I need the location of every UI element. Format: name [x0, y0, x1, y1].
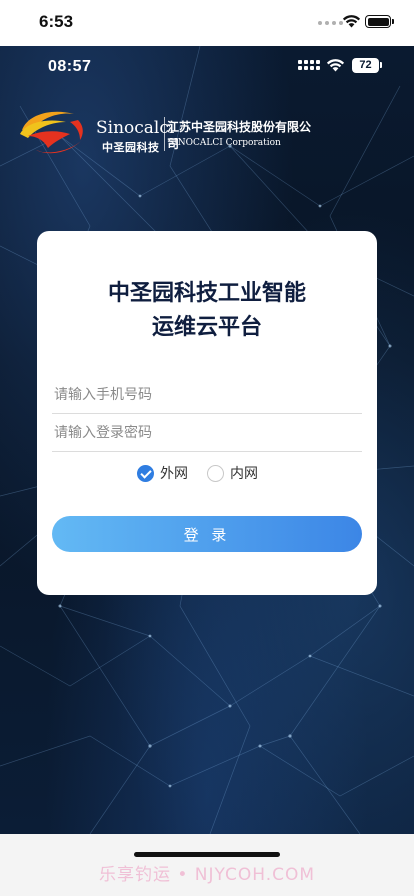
app-status-time: 08:57	[48, 58, 92, 75]
system-status-bar: 6:53	[0, 0, 414, 46]
cellular-signal-icon	[298, 60, 320, 70]
home-indicator[interactable]	[134, 852, 280, 857]
watermark-text: 乐享钓运 • NJYCOH.COM	[98, 865, 316, 885]
wifi-icon	[326, 59, 345, 72]
radio-external-label: 外网	[160, 466, 188, 482]
logo-divider	[164, 117, 165, 151]
system-time: 6:53	[39, 12, 74, 31]
radio-internal-network[interactable]: 内网	[207, 461, 258, 485]
sinocalci-logo-icon	[20, 111, 83, 154]
battery-icon	[365, 15, 394, 28]
radio-external-network[interactable]: 外网	[137, 461, 188, 485]
brand-name-cn: 中圣园科技	[102, 141, 160, 154]
battery-level: 72	[352, 58, 379, 73]
battery-icon	[380, 62, 382, 68]
platform-title-line2: 运维云平台	[151, 315, 262, 340]
company-logo: Sinocalci 中圣园科技 江苏中圣园科技股份有限公司 SINOCALCI …	[18, 108, 318, 160]
bottom-bar: 乐享钓运 • NJYCOH.COM	[0, 834, 414, 896]
login-card: 中圣园科技工业智能 运维云平台 外网 内网 登 录	[37, 231, 377, 595]
platform-title: 中圣园科技工业智能 运维云平台	[37, 277, 377, 345]
wifi-icon	[342, 15, 361, 28]
brand-name-en: Sinocalci	[96, 118, 175, 138]
phone-input[interactable]	[52, 376, 362, 414]
password-input[interactable]	[52, 414, 362, 452]
network-selector: 外网 内网	[37, 461, 377, 485]
cellular-signal-icon	[318, 21, 343, 25]
radio-internal-label: 内网	[230, 466, 258, 482]
company-name-en: SINOCALCI Corporation	[168, 138, 281, 148]
radio-checked-icon	[137, 464, 154, 482]
platform-title-line1: 中圣园科技工业智能	[107, 281, 306, 306]
radio-unchecked-icon	[207, 464, 224, 482]
login-screen: 08:57 72 Sinocalci 中圣园科技 江苏中圣园科技股份有限公司 S…	[0, 46, 414, 834]
login-button[interactable]: 登 录	[52, 516, 362, 552]
